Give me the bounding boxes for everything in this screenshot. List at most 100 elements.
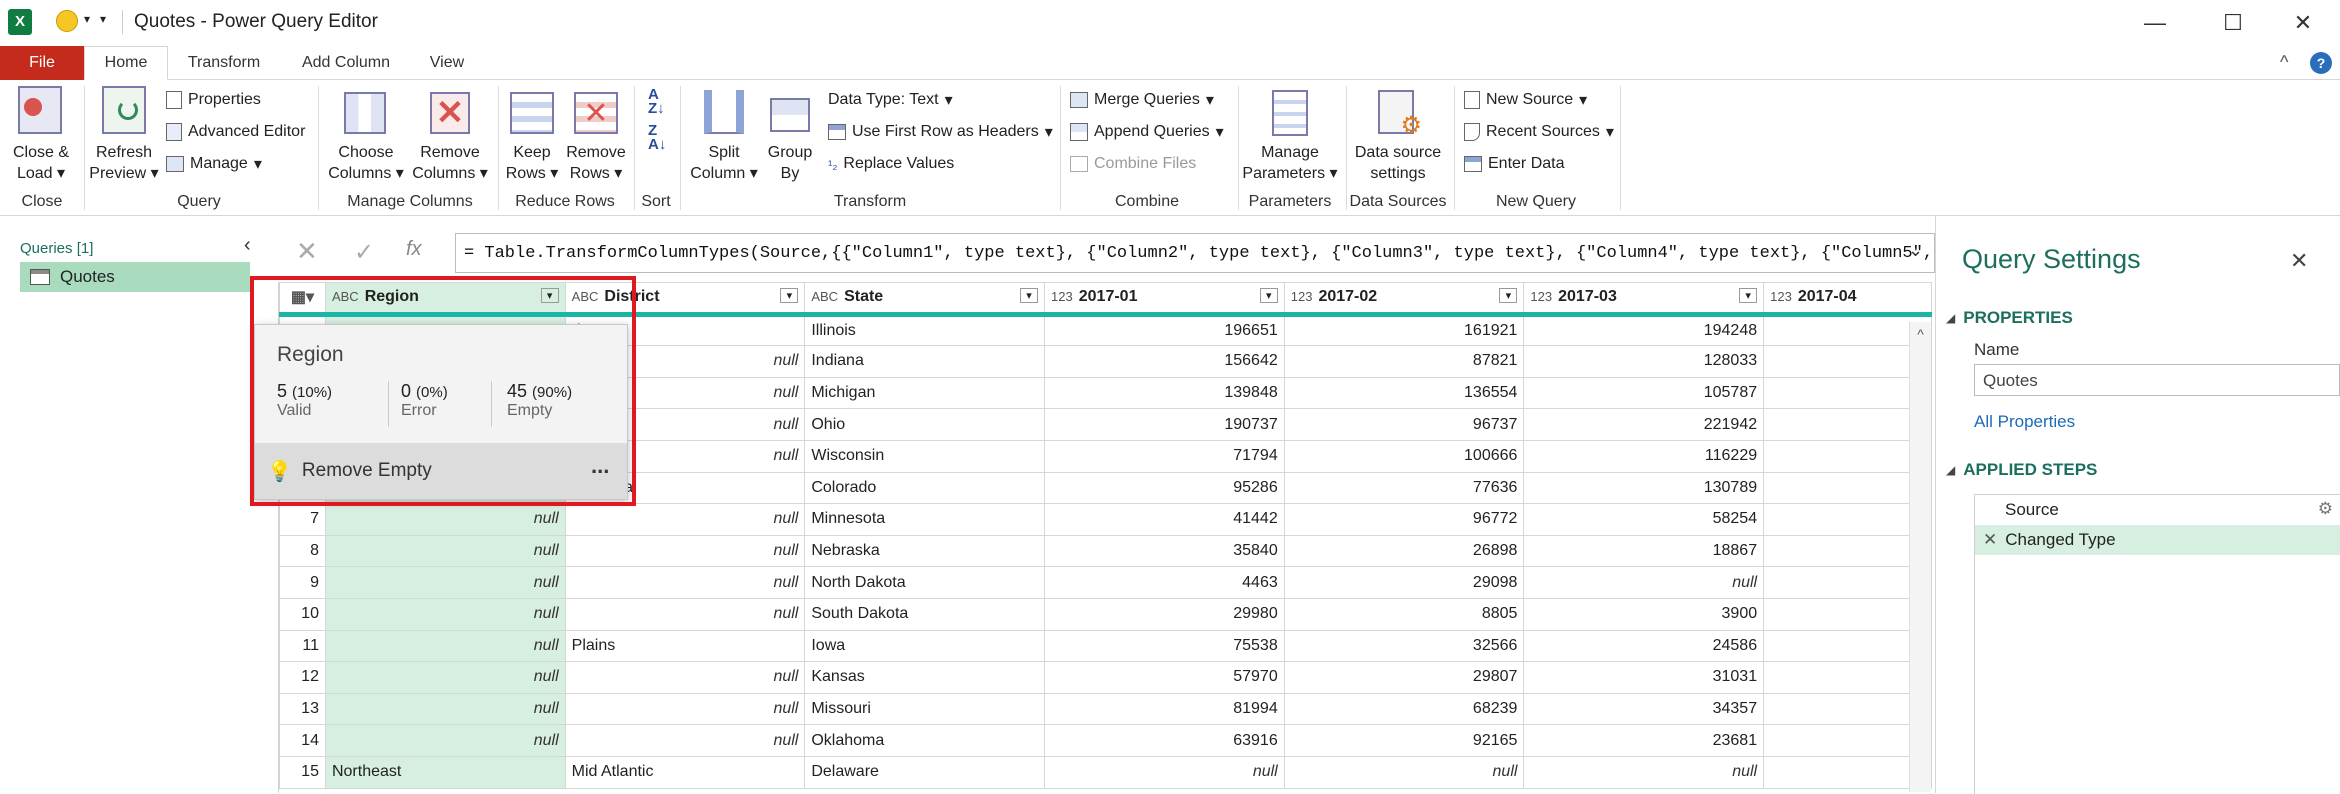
- table-cell[interactable]: Missouri: [804, 692, 1046, 726]
- table-cell[interactable]: 32566: [1283, 629, 1525, 663]
- table-cell[interactable]: 34357: [1523, 692, 1765, 726]
- table-cell[interactable]: null: [324, 566, 566, 599]
- remove-rows-button[interactable]: ✕ Remove Rows ▾: [564, 86, 628, 186]
- recent-sources-button[interactable]: Recent Sources ▾: [1464, 120, 1614, 144]
- table-cell[interactable]: Nebraska: [804, 534, 1046, 568]
- table-cell[interactable]: 71794: [1044, 439, 1285, 473]
- table-cell[interactable]: 194248: [1523, 313, 1765, 347]
- table-cell[interactable]: 23681: [1523, 724, 1765, 757]
- table-cell[interactable]: 29807: [1283, 661, 1525, 694]
- tab-view[interactable]: View: [420, 46, 474, 80]
- data-type-dropdown[interactable]: Data Type: Text ▾: [828, 88, 953, 112]
- table-cell[interactable]: Delaware: [804, 755, 1046, 789]
- column-header[interactable]: 123 2017-04: [1763, 282, 1932, 317]
- tab-file[interactable]: File: [0, 46, 84, 80]
- manage-button[interactable]: Manage ▾: [166, 152, 262, 176]
- sort-ascending-icon[interactable]: A Z↓: [648, 87, 665, 116]
- replace-values-button[interactable]: ¹₂ Replace Values: [828, 152, 954, 176]
- tab-home[interactable]: Home: [84, 46, 168, 80]
- table-cell[interactable]: null: [324, 661, 566, 694]
- formula-expand-icon[interactable]: ⌄: [1908, 240, 1923, 261]
- tab-add-column[interactable]: Add Column: [290, 46, 402, 80]
- table-cell[interactable]: null: [324, 692, 566, 726]
- table-cell[interactable]: null: [1523, 755, 1765, 789]
- table-cell[interactable]: [1763, 629, 1932, 663]
- table-cell[interactable]: Iowa: [804, 629, 1046, 663]
- table-cell[interactable]: [1763, 439, 1932, 473]
- close-load-button[interactable]: Close & Load ▾: [8, 86, 74, 186]
- table-cell[interactable]: 57970: [1044, 661, 1285, 694]
- table-cell[interactable]: null: [1044, 755, 1285, 789]
- collapse-queries-icon[interactable]: ‹: [244, 234, 251, 257]
- table-cell[interactable]: Indiana: [804, 345, 1046, 378]
- number-type-icon[interactable]: 123: [1291, 289, 1313, 304]
- table-cell[interactable]: 190737: [1044, 408, 1285, 441]
- refresh-preview-button[interactable]: Refresh Preview ▾: [88, 86, 160, 186]
- table-cell[interactable]: null: [564, 597, 806, 631]
- number-type-icon[interactable]: 123: [1770, 289, 1792, 304]
- table-cell[interactable]: [1763, 724, 1932, 757]
- number-type-icon[interactable]: 123: [1051, 289, 1073, 304]
- table-cell[interactable]: null: [564, 692, 806, 726]
- table-cell[interactable]: [1763, 376, 1932, 410]
- all-properties-link[interactable]: All Properties: [1974, 412, 2075, 432]
- collapse-properties-icon[interactable]: ◢: [1946, 311, 1955, 325]
- table-cell[interactable]: 105787: [1523, 376, 1765, 410]
- table-cell[interactable]: null: [564, 724, 806, 757]
- table-cell[interactable]: North Dakota: [804, 566, 1046, 599]
- column-header[interactable]: 123 2017-03 ▾: [1523, 282, 1765, 317]
- table-cell[interactable]: [1763, 313, 1932, 347]
- use-first-row-button[interactable]: Use First Row as Headers ▾: [828, 120, 1053, 144]
- table-cell[interactable]: 24586: [1523, 629, 1765, 663]
- column-header[interactable]: 123 2017-01 ▾: [1044, 282, 1285, 317]
- table-cell[interactable]: 8805: [1283, 597, 1525, 631]
- group-by-button[interactable]: Group By: [762, 86, 818, 186]
- table-cell[interactable]: [1763, 661, 1932, 694]
- table-cell[interactable]: 81994: [1044, 692, 1285, 726]
- table-cell[interactable]: 96737: [1283, 408, 1525, 441]
- table-cell[interactable]: 68239: [1283, 692, 1525, 726]
- table-cell[interactable]: 77636: [1283, 471, 1525, 505]
- collapse-steps-icon[interactable]: ◢: [1946, 463, 1955, 477]
- table-cell[interactable]: 161921: [1283, 313, 1525, 347]
- table-cell[interactable]: Ohio: [804, 408, 1046, 441]
- table-cell[interactable]: null: [564, 661, 806, 694]
- new-source-button[interactable]: New Source ▾: [1464, 88, 1587, 112]
- table-cell[interactable]: 136554: [1283, 376, 1525, 410]
- table-cell[interactable]: Mid Atlantic: [564, 755, 806, 789]
- table-cell[interactable]: 139848: [1044, 376, 1285, 410]
- properties-button[interactable]: Properties: [166, 88, 261, 112]
- step-source[interactable]: Source ⚙: [1975, 495, 2340, 525]
- table-cell[interactable]: 96772: [1283, 503, 1525, 536]
- maximize-button[interactable]: ☐: [2198, 0, 2268, 46]
- filter-dropdown-icon[interactable]: ▾: [1020, 288, 1039, 304]
- table-cell[interactable]: 35840: [1044, 534, 1285, 568]
- table-cell[interactable]: Northeast: [324, 755, 566, 789]
- table-cell[interactable]: null: [564, 534, 806, 568]
- keep-rows-button[interactable]: Keep Rows ▾: [504, 86, 560, 186]
- table-cell[interactable]: Colorado: [804, 471, 1046, 505]
- merge-queries-button[interactable]: Merge Queries ▾: [1070, 88, 1214, 112]
- advanced-editor-button[interactable]: Advanced Editor: [166, 120, 305, 144]
- tab-transform[interactable]: Transform: [178, 46, 270, 80]
- table-cell[interactable]: null: [324, 503, 566, 536]
- remove-columns-button[interactable]: ✕ Remove Columns ▾: [408, 86, 492, 186]
- query-name-input[interactable]: Quotes: [1974, 364, 2340, 396]
- table-cell[interactable]: 29980: [1044, 597, 1285, 631]
- table-cell[interactable]: [1763, 692, 1932, 726]
- table-cell[interactable]: 63916: [1044, 724, 1285, 757]
- table-cell[interactable]: Wisconsin: [804, 439, 1046, 473]
- table-cell[interactable]: [1763, 471, 1932, 505]
- table-cell[interactable]: [1763, 534, 1932, 568]
- filter-dropdown-icon[interactable]: ▾: [1499, 288, 1518, 304]
- smiley-dropdown-icon[interactable]: ▾: [84, 12, 90, 26]
- table-cell[interactable]: Oklahoma: [804, 724, 1046, 757]
- table-cell[interactable]: 87821: [1283, 345, 1525, 378]
- collapse-ribbon-icon[interactable]: ^: [2280, 52, 2288, 73]
- step-changed-type[interactable]: ✕ Changed Type: [1975, 525, 2340, 555]
- text-type-icon[interactable]: ABC: [811, 289, 838, 304]
- column-header[interactable]: 123 2017-02 ▾: [1283, 282, 1525, 317]
- table-cell[interactable]: 92165: [1283, 724, 1525, 757]
- filter-dropdown-icon[interactable]: ▾: [780, 288, 799, 304]
- sort-descending-icon[interactable]: Z A↓: [648, 123, 666, 152]
